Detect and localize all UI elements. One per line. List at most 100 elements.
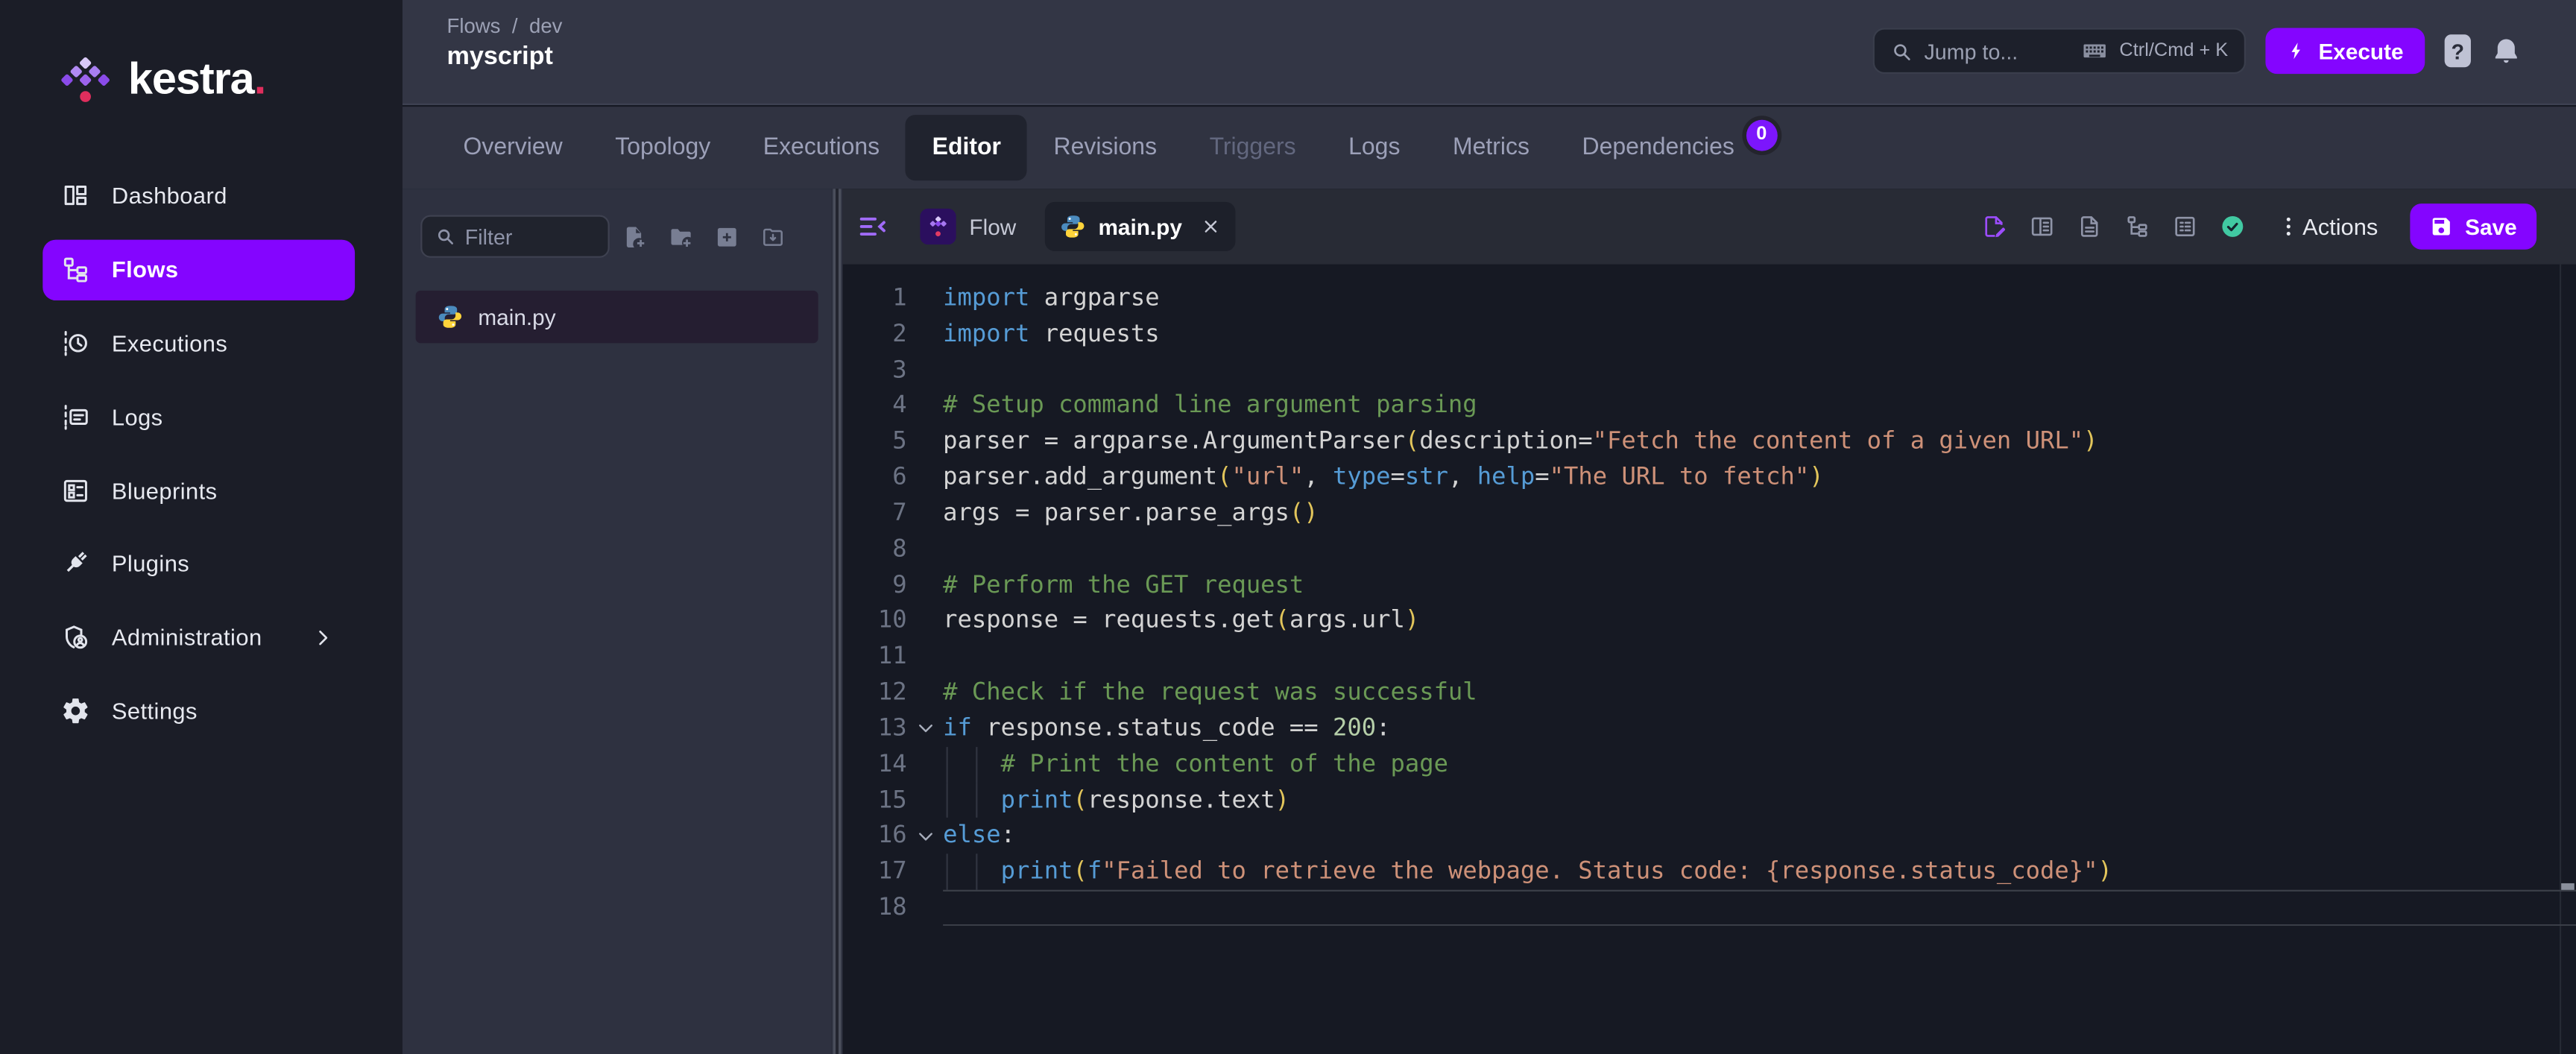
code-line[interactable]: 15 print(response.text) bbox=[843, 782, 2576, 818]
code-line[interactable]: 10 response = requests.get(args.url) bbox=[843, 603, 2576, 639]
sidebar-item-settings[interactable]: Settings bbox=[0, 674, 402, 748]
fold-margin bbox=[907, 460, 943, 496]
tab-label: Dependencies bbox=[1582, 134, 1734, 161]
list-box-icon[interactable] bbox=[2171, 213, 2197, 239]
code-line[interactable]: 5 parser = argparse.ArgumentParser(descri… bbox=[843, 424, 2576, 460]
fold-chevron-down-icon[interactable] bbox=[907, 818, 943, 854]
sidebar-item-pill[interactable]: Administration bbox=[42, 607, 355, 667]
sidebar-item-logs[interactable]: Logs bbox=[0, 380, 402, 454]
shield-account-icon bbox=[61, 622, 91, 652]
sidebar-item-blueprints[interactable]: Blueprints bbox=[0, 453, 402, 527]
sidebar-item-plugins[interactable]: Plugins bbox=[0, 527, 402, 601]
fold-margin bbox=[907, 783, 943, 818]
breadcrumb-flows[interactable]: Flows bbox=[447, 15, 501, 38]
timeline-text-icon bbox=[61, 402, 91, 432]
filter-input[interactable] bbox=[464, 224, 584, 249]
execute-button[interactable]: Execute bbox=[2265, 28, 2425, 75]
sidebar-item-administration[interactable]: Administration bbox=[0, 601, 402, 675]
editor-tab-main-py[interactable]: main.py bbox=[1044, 201, 1235, 251]
layout-panel-icon[interactable] bbox=[2028, 213, 2054, 239]
code-line[interactable]: 8 bbox=[843, 531, 2576, 567]
breadcrumb-namespace[interactable]: dev bbox=[529, 15, 562, 38]
tab-revisions[interactable]: Revisions bbox=[1027, 115, 1183, 180]
folder-plus-icon[interactable] bbox=[669, 224, 693, 249]
help-icon[interactable]: ? bbox=[2444, 34, 2471, 68]
kestra-logo[interactable]: kestra. bbox=[59, 54, 266, 105]
fold-margin bbox=[907, 353, 943, 388]
sidebar-item-pill[interactable]: Settings bbox=[42, 681, 355, 741]
sidebar-item-flows[interactable]: Flows bbox=[0, 233, 402, 306]
line-number: 1 bbox=[892, 284, 907, 312]
code-line[interactable]: 2 import requests bbox=[843, 317, 2576, 353]
jump-to-placeholder: Jump to... bbox=[1924, 38, 2018, 63]
sidebar-item-pill[interactable]: Executions bbox=[42, 313, 355, 373]
file-plus-icon[interactable] bbox=[622, 224, 647, 249]
sidebar-item-label: Flows bbox=[111, 256, 179, 283]
python-icon bbox=[1059, 213, 1085, 239]
folder-download-icon[interactable] bbox=[760, 224, 785, 249]
tab-executions[interactable]: Executions bbox=[736, 115, 906, 180]
editor-toolbar-icons bbox=[1980, 213, 2245, 239]
code-line[interactable]: 9 # Perform the GET request bbox=[843, 567, 2576, 603]
breadcrumb-separator: / bbox=[511, 14, 518, 38]
code-line[interactable]: 17 print(f"Failed to retrieve the webpag… bbox=[843, 853, 2576, 890]
file-edit-icon[interactable] bbox=[1980, 213, 2007, 239]
tab-dependencies[interactable]: Dependencies 0 bbox=[1556, 115, 1803, 180]
editor-tabs: Flow main.py bbox=[905, 189, 1235, 264]
kestra-logo-icon bbox=[59, 54, 112, 105]
code-line[interactable]: 12 # Check if the request was successful bbox=[843, 675, 2576, 710]
tree-structure-icon[interactable] bbox=[2124, 213, 2150, 239]
close-icon[interactable] bbox=[1200, 217, 1219, 236]
tab-logs[interactable]: Logs bbox=[1322, 115, 1427, 180]
check-circle-icon[interactable] bbox=[2219, 213, 2245, 239]
code-line-content: args = parser.parse_args() bbox=[943, 499, 1319, 527]
sidebar-item-label: Dashboard bbox=[111, 183, 227, 209]
code-line[interactable]: 16 else: bbox=[843, 818, 2576, 854]
collapse-sidebar-icon[interactable] bbox=[856, 210, 888, 243]
panel-splitter[interactable] bbox=[831, 189, 843, 1054]
sidebar-item-pill[interactable]: Dashboard bbox=[42, 165, 355, 226]
file-document-icon[interactable] bbox=[2076, 213, 2102, 239]
plus-box-icon[interactable] bbox=[715, 224, 739, 249]
sidebar-item-pill[interactable]: Logs bbox=[42, 386, 355, 446]
actions-button[interactable]: Actions bbox=[2275, 213, 2378, 240]
code-editor[interactable]: 1 import argparse 2 import requests 3 4 # Setu… bbox=[843, 264, 2576, 1054]
line-number: 8 bbox=[892, 534, 907, 564]
code-line[interactable]: 6 parser.add_argument("url", type=str, he… bbox=[843, 460, 2576, 496]
code-line[interactable]: 18 bbox=[843, 890, 2576, 926]
sidebar-item-pill[interactable]: Flows bbox=[42, 239, 356, 300]
code-line[interactable]: 3 bbox=[843, 353, 2576, 388]
code-line[interactable]: 1 import argparse bbox=[843, 281, 2576, 317]
fold-margin bbox=[907, 317, 943, 353]
tab-overview[interactable]: Overview bbox=[437, 115, 589, 180]
tab-editor[interactable]: Editor bbox=[906, 115, 1028, 181]
fold-margin bbox=[907, 531, 943, 567]
tab-label: Topology bbox=[615, 134, 711, 161]
line-number: 15 bbox=[877, 786, 907, 814]
jump-to-search[interactable]: Jump to... Ctrl/Cmd + K bbox=[1873, 28, 2247, 75]
file-row-main-py[interactable]: main.py bbox=[415, 290, 818, 344]
code-line[interactable]: 14 # Print the content of the page bbox=[843, 746, 2576, 783]
sidebar-item-pill[interactable]: Plugins bbox=[42, 534, 355, 594]
bell-icon[interactable] bbox=[2490, 35, 2522, 66]
fold-margin bbox=[907, 747, 943, 783]
code-line-content: print(response.text) bbox=[943, 782, 2576, 818]
editor-tab-flow[interactable]: Flow bbox=[905, 202, 1031, 251]
sidebar-item-pill[interactable]: Blueprints bbox=[42, 460, 355, 520]
fold-chevron-down-icon[interactable] bbox=[907, 711, 943, 747]
indent-guide bbox=[975, 746, 977, 783]
sidebar-item-dashboard[interactable]: Dashboard bbox=[0, 160, 402, 233]
tab-topology[interactable]: Topology bbox=[589, 115, 736, 180]
code-line[interactable]: 13 if response.status_code == 200: bbox=[843, 711, 2576, 747]
code-line[interactable]: 4 # Setup command line argument parsing bbox=[843, 388, 2576, 424]
code-line-content bbox=[943, 639, 2576, 675]
code-line[interactable]: 7 args = parser.parse_args() bbox=[843, 496, 2576, 531]
fold-margin bbox=[907, 854, 943, 890]
tab-metrics[interactable]: Metrics bbox=[1427, 115, 1556, 180]
sidebar-item-executions[interactable]: Executions bbox=[0, 306, 402, 380]
sidebar-item-label: Administration bbox=[111, 624, 262, 651]
code-line[interactable]: 11 bbox=[843, 639, 2576, 675]
timeline-clock-icon bbox=[61, 328, 91, 358]
save-button[interactable]: Save bbox=[2411, 203, 2537, 250]
tab-triggers[interactable]: Triggers bbox=[1183, 115, 1322, 180]
